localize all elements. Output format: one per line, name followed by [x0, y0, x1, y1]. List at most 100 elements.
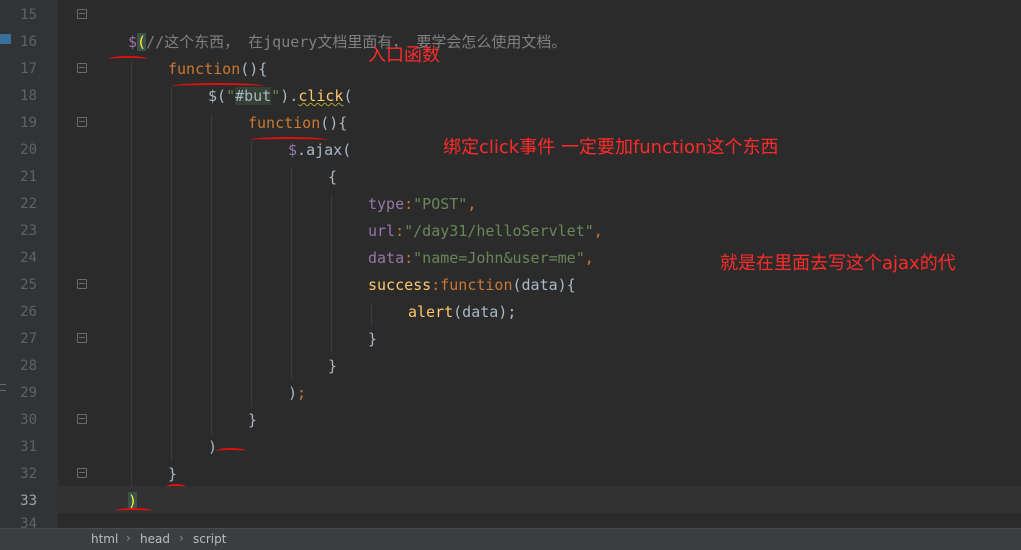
line-number: 29 — [20, 385, 37, 401]
punctuation: (){ — [240, 60, 268, 78]
keyword-function: function — [440, 276, 513, 294]
punctuation: ( — [342, 141, 352, 159]
line-number: 19 — [20, 115, 37, 131]
code-line-19[interactable]: function(){ — [248, 110, 347, 137]
punctuation: ). — [280, 87, 299, 105]
string-value: "POST" — [413, 195, 468, 213]
fold-icon[interactable] — [77, 63, 87, 73]
code-line-16[interactable]: $( — [128, 29, 147, 56]
property-key: success — [368, 276, 432, 294]
chevron-right-icon: › — [179, 531, 184, 545]
line-number: 34 — [20, 516, 37, 528]
chevron-right-icon: › — [126, 531, 131, 545]
red-underline-mark — [116, 508, 152, 514]
method-click: click — [298, 87, 344, 105]
line-number: 26 — [20, 304, 37, 320]
red-underline-mark — [250, 137, 328, 143]
string-quote: " — [226, 87, 236, 105]
matched-paren: ( — [137, 33, 147, 51]
code-line-21[interactable]: { — [328, 164, 337, 191]
breadcrumb-item[interactable]: script — [193, 532, 226, 546]
punctuation: (){ — [320, 114, 348, 132]
line-number-current: 33 — [20, 493, 37, 509]
fold-icon[interactable] — [77, 414, 87, 424]
indent-guide — [251, 141, 252, 407]
string-value: "name=John&user=me" — [413, 249, 585, 267]
keyword-function: function — [168, 60, 241, 78]
fold-icon[interactable] — [77, 333, 87, 343]
paren: ) — [208, 438, 218, 456]
line-number-gutter: 15 16 17 18 19 20 21 22 23 24 25 26 27 2… — [0, 0, 58, 528]
code-line-17[interactable]: function(){ — [168, 56, 267, 83]
fold-icon[interactable] — [77, 117, 87, 127]
punctuation: . — [297, 141, 307, 159]
indent-guide — [131, 60, 132, 488]
colon: : — [404, 249, 414, 267]
line-number: 21 — [20, 169, 37, 185]
current-line-highlight — [58, 486, 1021, 513]
method-ajax: ajax — [306, 141, 343, 159]
property-key: type — [368, 195, 405, 213]
code-line-23[interactable]: url:"/day31/helloServlet", — [368, 218, 603, 245]
jquery-dollar: $ — [128, 33, 138, 51]
paren: ) — [288, 384, 298, 402]
comment-text: //这个东西， 在jquery文档里面有， 要学会怎么使用文档。 — [146, 33, 567, 51]
colon: : — [431, 276, 441, 294]
indent-guide — [371, 303, 372, 326]
code-line-30[interactable]: } — [248, 407, 257, 434]
comma: , — [593, 222, 603, 240]
fold-icon[interactable] — [77, 9, 87, 19]
indent-guide — [331, 195, 332, 353]
property-key: data — [368, 249, 405, 267]
code-line-24[interactable]: data:"name=John&user=me", — [368, 245, 594, 272]
brace: } — [328, 357, 338, 375]
line-number: 27 — [20, 331, 37, 347]
code-line-27[interactable]: } — [368, 326, 377, 353]
code-line-28[interactable]: } — [328, 353, 337, 380]
string-quote: " — [271, 87, 281, 105]
line-number: 16 — [20, 34, 37, 50]
breadcrumb: html › head › script — [0, 528, 1021, 550]
property-key: url — [368, 222, 396, 240]
jquery-call: $( — [208, 87, 227, 105]
breadcrumb-item[interactable]: html — [91, 532, 118, 546]
breadcrumb-item[interactable]: head — [140, 532, 170, 546]
red-underline-mark — [172, 83, 264, 89]
annotation-write-ajax: 就是在里面去写这个ajax的代 — [720, 253, 956, 274]
string-value: "/day31/helloServlet" — [404, 222, 594, 240]
line-number: 18 — [20, 88, 37, 104]
colon: : — [404, 195, 414, 213]
fold-icon[interactable] — [77, 279, 87, 289]
comma: , — [584, 249, 594, 267]
code-line-22[interactable]: type:"POST", — [368, 191, 476, 218]
code-line-26[interactable]: alert(data); — [408, 299, 516, 326]
semicolon: ; — [297, 384, 307, 402]
line-number: 25 — [20, 277, 37, 293]
line-number: 31 — [20, 439, 37, 455]
annotation-bind-click: 绑定click事件 一定要加function这个东西 — [443, 137, 779, 158]
code-line-25[interactable]: success:function(data){ — [368, 272, 576, 299]
keyword-function: function — [248, 114, 321, 132]
jquery-dollar: $ — [288, 141, 298, 159]
brace: } — [168, 465, 178, 483]
comma: , — [467, 195, 477, 213]
line-number: 24 — [20, 250, 37, 266]
code-line-31[interactable]: ) — [208, 434, 217, 461]
indent-guide — [171, 87, 172, 461]
indent-guide — [211, 114, 212, 434]
brace: } — [368, 330, 378, 348]
fold-icon[interactable] — [77, 468, 87, 478]
punctuation: (data){ — [512, 276, 576, 294]
code-line-29[interactable]: ); — [288, 380, 306, 407]
annotation-entry-function: 入口函数 — [368, 45, 440, 66]
fold-gutter — [58, 0, 76, 528]
red-underline-mark — [108, 56, 148, 62]
brace: } — [248, 411, 258, 429]
line-number: 22 — [20, 196, 37, 212]
colon: : — [395, 222, 405, 240]
code-line-15[interactable]: //这个东西， 在jquery文档里面有， 要学会怎么使用文档。 — [128, 2, 566, 51]
line-number: 17 — [20, 61, 37, 77]
selector-string: #but — [235, 87, 272, 105]
line-number: 32 — [20, 466, 37, 482]
line-number: 20 — [20, 142, 37, 158]
